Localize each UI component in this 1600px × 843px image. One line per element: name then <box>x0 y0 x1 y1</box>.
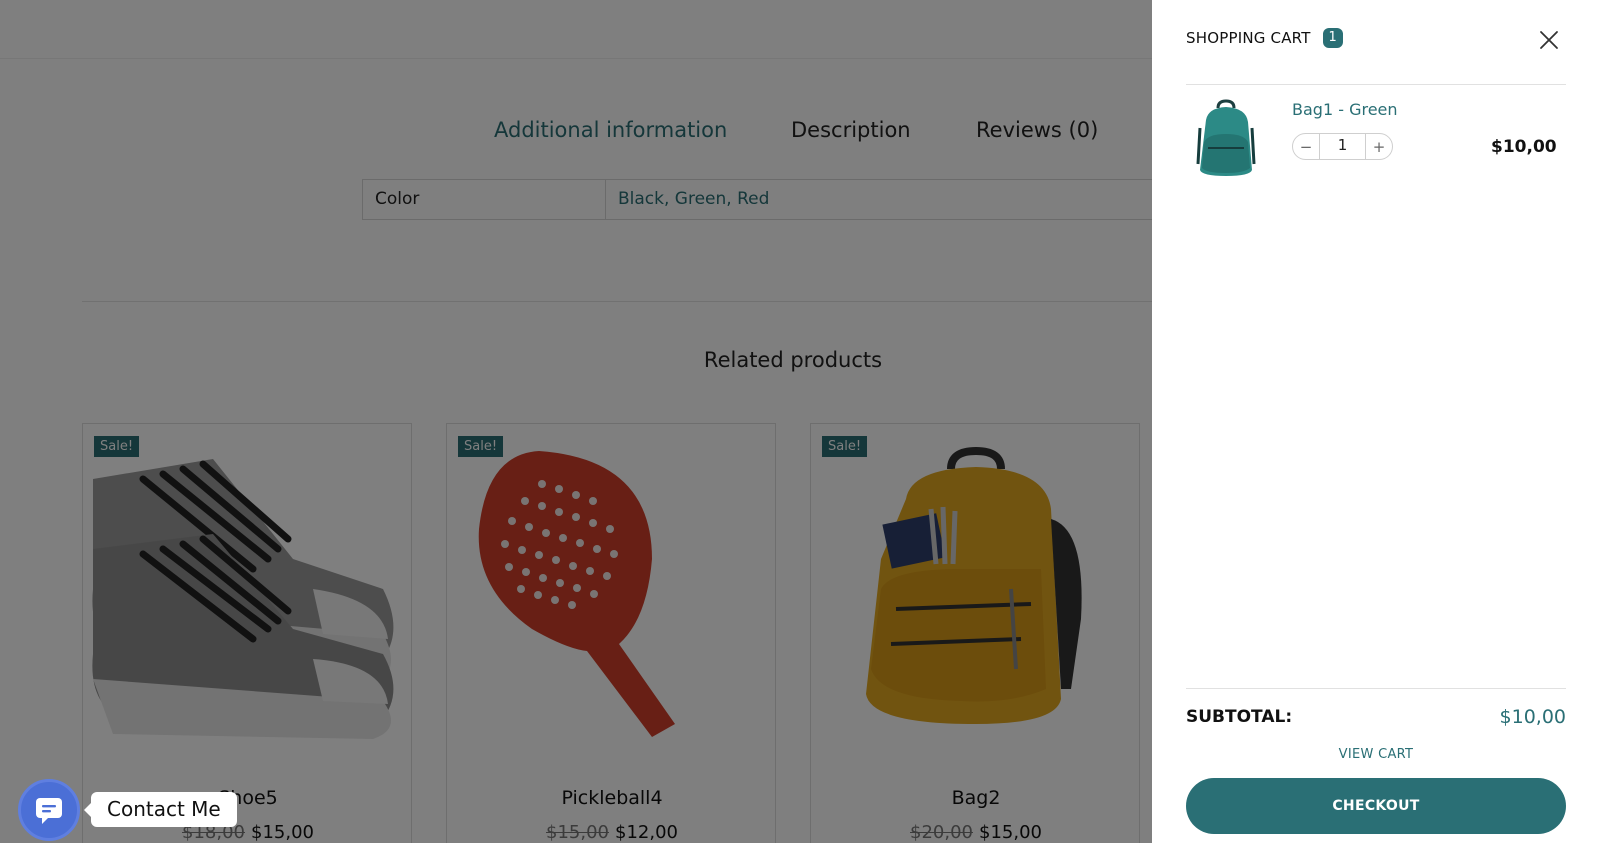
cart-count-badge: 1 <box>1322 28 1343 48</box>
cart-header: SHOPPING CART 1 <box>1186 28 1343 48</box>
cart-item-name[interactable]: Bag1 - Green <box>1292 100 1398 119</box>
quantity-stepper: − 1 + <box>1292 133 1393 160</box>
cart-drawer: SHOPPING CART 1 Bag1 - Green − 1 + $10,0… <box>1152 0 1600 843</box>
backpack-icon <box>1196 99 1256 176</box>
cart-item-image[interactable] <box>1192 97 1260 179</box>
quantity-input[interactable]: 1 <box>1319 133 1366 160</box>
subtotal-value: $10,00 <box>1499 706 1566 728</box>
decrease-quantity-button[interactable]: − <box>1293 138 1319 156</box>
header-divider <box>1186 84 1566 85</box>
subtotal-label: SUBTOTAL: <box>1186 707 1293 727</box>
cart-title: SHOPPING CART <box>1186 29 1311 47</box>
contact-label[interactable]: Contact Me <box>84 792 237 827</box>
view-cart-link[interactable]: VIEW CART <box>1186 747 1566 762</box>
increase-quantity-button[interactable]: + <box>1366 138 1392 156</box>
subtotal-divider <box>1186 688 1566 689</box>
contact-button[interactable] <box>18 779 80 841</box>
checkout-button[interactable]: CHECKOUT <box>1186 778 1566 834</box>
chat-icon <box>36 798 62 824</box>
close-icon[interactable] <box>1538 29 1560 51</box>
cart-item-price: $10,00 <box>1491 137 1557 157</box>
